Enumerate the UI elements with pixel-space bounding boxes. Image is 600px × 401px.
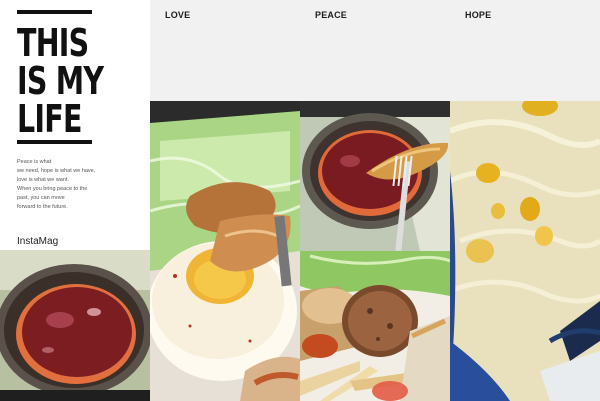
photo-fried-egg-plate[interactable]	[150, 101, 300, 401]
photo-corn-soup[interactable]	[450, 101, 600, 401]
love-header: LOVE	[150, 0, 300, 101]
quote-text: Peace is what we need, hope is what we h…	[17, 158, 137, 212]
title-bottom-rule	[17, 140, 92, 144]
love-label: LOVE	[165, 10, 191, 20]
hope-label: HOPE	[465, 10, 492, 20]
title-column: THIS IS MY LIFE Peace is what we need, h…	[0, 0, 150, 401]
quote-line: past, you can move	[17, 195, 65, 201]
photo-sauce-with-potato[interactable]	[300, 101, 450, 251]
photo-hamburg-steak[interactable]	[300, 251, 450, 401]
quote-line: forward to the future.	[17, 204, 68, 210]
brand-label: InstaMag	[17, 236, 59, 247]
title-line-2: IS MY	[17, 59, 104, 103]
photo-sauce-bowl[interactable]	[0, 250, 150, 401]
title-line-3: LIFE	[17, 97, 82, 141]
quote-line: Peace is what	[17, 159, 52, 165]
quote-line: When you bring peace to the	[17, 186, 88, 192]
peace-header: PEACE	[300, 0, 450, 101]
peace-label: PEACE	[315, 10, 348, 20]
love-column: LOVE	[150, 0, 300, 401]
title-top-rule	[17, 10, 92, 14]
peace-column: PEACE	[300, 0, 450, 401]
quote-line: love is what we want.	[17, 177, 69, 183]
hope-column: HOPE	[450, 0, 600, 401]
hope-header: HOPE	[450, 0, 600, 101]
quote-line: we need, hope is what we have,	[17, 168, 96, 174]
title-line-1: THIS	[17, 21, 89, 65]
